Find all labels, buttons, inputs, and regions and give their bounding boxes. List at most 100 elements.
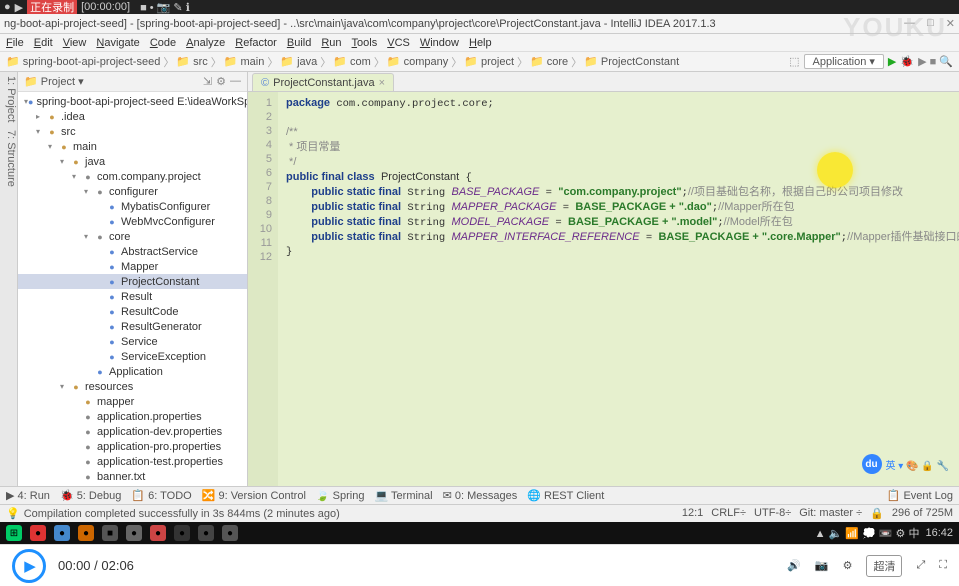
event-log-button[interactable]: 📋 Event Log xyxy=(887,489,953,502)
editor-area: © ProjectConstant.java × 123456789101112… xyxy=(248,72,959,486)
bottom-tool[interactable]: 🍃 Spring xyxy=(316,489,365,502)
settings-icon[interactable]: ⚙ xyxy=(843,559,853,572)
crumb[interactable]: 📁 src xyxy=(176,54,221,70)
tree-node[interactable]: ●Mapper xyxy=(18,259,247,274)
rec-status: 正在录制 xyxy=(27,0,77,15)
tree-node[interactable]: ●resources xyxy=(18,379,247,394)
tree-node[interactable]: ●spring-boot-api-project-seed E:\ideaWor… xyxy=(18,94,247,109)
crumb[interactable]: 📁 project xyxy=(464,54,528,70)
code-editor[interactable]: 123456789101112 package com.company.proj… xyxy=(248,92,959,486)
tree-node[interactable]: ●core xyxy=(18,229,247,244)
crumb[interactable]: 📁 spring-boot-api-project-seed xyxy=(6,54,174,70)
expand-icon[interactable]: ⤢ xyxy=(916,559,925,572)
git-branch[interactable]: Git: master ÷ xyxy=(799,507,862,520)
bottom-tool[interactable]: ▶ 4: Run xyxy=(6,489,50,502)
taskbar-app[interactable]: ● xyxy=(150,525,166,541)
close-button[interactable]: ✕ xyxy=(946,17,955,30)
tool-tab[interactable]: 7: Structure xyxy=(0,130,17,187)
project-tree[interactable]: ●spring-boot-api-project-seed E:\ideaWor… xyxy=(18,92,247,486)
bottom-tool[interactable]: ✉ 0: Messages xyxy=(443,489,518,502)
bottom-tool[interactable]: 💻 Terminal xyxy=(374,489,432,502)
crumb[interactable]: 📁 ProjectConstant xyxy=(584,54,682,70)
left-tool-tabs[interactable]: 1: Project 7: Structure xyxy=(0,72,18,486)
tree-node[interactable]: ●Service xyxy=(18,334,247,349)
menu-navigate[interactable]: Navigate xyxy=(96,37,139,49)
close-tab-icon[interactable]: × xyxy=(379,77,385,89)
debug-button[interactable]: 🐞 xyxy=(900,55,914,68)
menu-view[interactable]: View xyxy=(63,37,87,49)
menu-vcs[interactable]: VCS xyxy=(387,37,410,49)
tree-node[interactable]: ●com.company.project xyxy=(18,169,247,184)
tree-node[interactable]: ●mapper xyxy=(18,394,247,409)
menu-help[interactable]: Help xyxy=(469,37,492,49)
crumb[interactable]: 📁 com xyxy=(333,54,385,70)
tree-node[interactable]: ●application-dev.properties xyxy=(18,424,247,439)
menu-tools[interactable]: Tools xyxy=(352,37,378,49)
run-config-select[interactable]: Application ▾ xyxy=(804,54,884,69)
tree-node[interactable]: ●java xyxy=(18,154,247,169)
tree-node[interactable]: ●configurer xyxy=(18,184,247,199)
crumb[interactable]: 📁 main xyxy=(224,54,279,70)
tree-node[interactable]: ●WebMvcConfigurer xyxy=(18,214,247,229)
run-button[interactable]: ▶ xyxy=(888,55,896,68)
taskbar-app[interactable]: ● xyxy=(174,525,190,541)
taskbar-app[interactable]: ● xyxy=(30,525,46,541)
tree-node[interactable]: ●Result xyxy=(18,289,247,304)
taskbar-app[interactable]: ● xyxy=(54,525,70,541)
menu-run[interactable]: Run xyxy=(321,37,341,49)
tree-node[interactable]: ●.idea xyxy=(18,109,247,124)
menu-edit[interactable]: Edit xyxy=(34,37,53,49)
taskbar-app[interactable]: ● xyxy=(78,525,94,541)
camera-icon[interactable]: 📷 xyxy=(815,559,829,572)
taskbar-app[interactable]: ■ xyxy=(102,525,118,541)
tree-node[interactable]: ●ResultCode xyxy=(18,304,247,319)
taskbar-app[interactable]: ● xyxy=(198,525,214,541)
crumb[interactable]: 📁 java xyxy=(280,54,331,70)
menu-build[interactable]: Build xyxy=(287,37,311,49)
menu-code[interactable]: Code xyxy=(150,37,176,49)
memory: 296 of 725M xyxy=(892,507,953,520)
settings-icon[interactable]: ⚙ xyxy=(216,75,226,88)
fullscreen-icon[interactable]: ⛶ xyxy=(939,559,947,572)
taskbar-app[interactable]: ● xyxy=(222,525,238,541)
baidu-badge[interactable]: du 英 ▾ 🎨 🔒 🔧 xyxy=(862,454,950,474)
tree-node[interactable]: ●ProjectConstant xyxy=(18,274,247,289)
editor-tab[interactable]: © ProjectConstant.java × xyxy=(252,73,394,91)
crumb[interactable]: 📁 core xyxy=(530,54,582,70)
menu-analyze[interactable]: Analyze xyxy=(186,37,225,49)
crumb[interactable]: 📁 company xyxy=(387,54,462,70)
line-sep[interactable]: CRLF÷ xyxy=(711,507,746,520)
tool-tab[interactable]: 1: Project xyxy=(0,76,17,122)
bottom-tool[interactable]: 🔀 9: Version Control xyxy=(202,489,306,502)
tree-node[interactable]: ●ServiceException xyxy=(18,349,247,364)
tree-node[interactable]: ●banner.txt xyxy=(18,469,247,484)
collapse-icon[interactable]: ⇲ xyxy=(203,75,212,88)
tree-node[interactable]: ●application-pro.properties xyxy=(18,439,247,454)
menu-file[interactable]: File xyxy=(6,37,24,49)
bottom-tool[interactable]: 🌐 REST Client xyxy=(527,489,604,502)
hide-icon[interactable]: — xyxy=(230,75,241,88)
cursor-highlight xyxy=(817,152,853,188)
tree-node[interactable]: ●main xyxy=(18,139,247,154)
tree-node[interactable]: ●AbstractService xyxy=(18,244,247,259)
tree-node[interactable]: ●ResultGenerator xyxy=(18,319,247,334)
window-title: ng-boot-api-project-seed] - [spring-boot… xyxy=(4,18,716,30)
code-content[interactable]: package com.company.project.core; /** * … xyxy=(278,92,959,486)
menu-refactor[interactable]: Refactor xyxy=(235,37,277,49)
speaker-icon[interactable]: 🔊 xyxy=(787,559,801,572)
tree-node[interactable]: ●MybatisConfigurer xyxy=(18,199,247,214)
tree-node[interactable]: ●Application xyxy=(18,364,247,379)
encoding[interactable]: UTF-8÷ xyxy=(754,507,791,520)
taskbar-app[interactable]: ● xyxy=(126,525,142,541)
taskbar-app[interactable]: ⊞ xyxy=(6,525,22,541)
tree-node[interactable]: ●application.properties xyxy=(18,409,247,424)
bottom-tool[interactable]: 📋 6: TODO xyxy=(131,489,191,502)
baidu-icon: du xyxy=(862,454,882,474)
java-icon: © xyxy=(261,77,269,89)
quality-button[interactable]: 超清 xyxy=(866,555,902,577)
menu-window[interactable]: Window xyxy=(420,37,459,49)
play-button[interactable] xyxy=(12,549,46,583)
tree-node[interactable]: ●application-test.properties xyxy=(18,454,247,469)
bottom-tool[interactable]: 🐞 5: Debug xyxy=(60,489,121,502)
tree-node[interactable]: ●src xyxy=(18,124,247,139)
